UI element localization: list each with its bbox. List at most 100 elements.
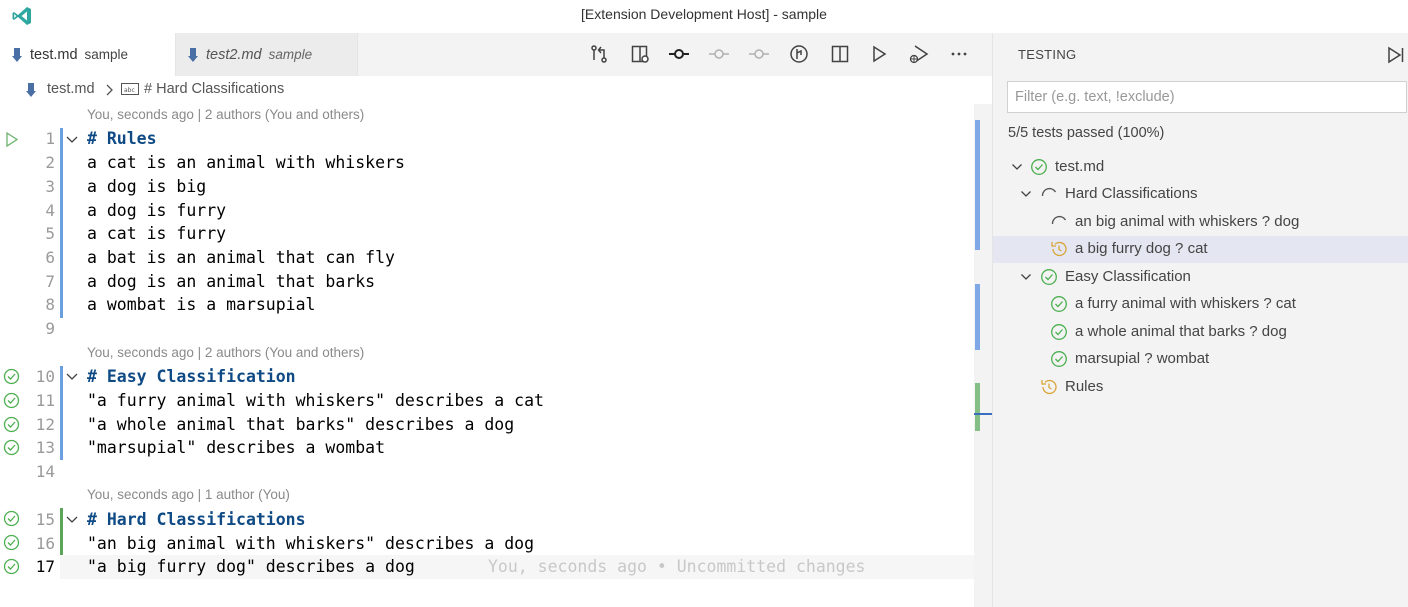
test-passed-icon bbox=[1041, 269, 1057, 285]
inline-git-blame: You, seconds ago • Uncommitted changes bbox=[488, 557, 866, 576]
line-number: 8 bbox=[45, 295, 55, 314]
symbol-string-icon: abc bbox=[121, 83, 139, 95]
breadcrumb: test.md abc # Hard Classifications bbox=[0, 78, 992, 102]
test-tree-item[interactable]: Rules bbox=[993, 374, 1408, 401]
run-test-icon[interactable] bbox=[3, 131, 20, 148]
fold-chevron-icon[interactable] bbox=[65, 370, 79, 384]
editor-overview-ruler[interactable] bbox=[974, 104, 992, 607]
test-passed-icon[interactable] bbox=[3, 416, 20, 433]
editor[interactable]: You, seconds ago | 2 authors (You and ot… bbox=[0, 104, 992, 607]
code-line[interactable]: a wombat is a marsupial bbox=[87, 295, 315, 314]
open-file-icon[interactable] bbox=[629, 43, 651, 65]
test-queued-icon bbox=[1041, 379, 1057, 395]
line-number: 10 bbox=[35, 367, 55, 386]
svg-text:abc: abc bbox=[124, 87, 135, 94]
ruler-added-marker bbox=[975, 383, 980, 431]
more-actions-icon[interactable] bbox=[948, 43, 970, 65]
codelens[interactable]: You, seconds ago | 2 authors (You and ot… bbox=[87, 107, 364, 122]
test-tree-item[interactable]: marsupial ? wombat bbox=[993, 346, 1408, 373]
test-tree-label: an big animal with whiskers ? dog bbox=[1075, 213, 1300, 230]
testing-panel: TESTING Filter (e.g. text, !exclude) 5/5… bbox=[993, 33, 1408, 607]
tab-test2-md[interactable]: test2.md sample bbox=[176, 33, 358, 76]
title-bar: [Extension Development Host] - sample bbox=[0, 0, 1408, 32]
code-line[interactable]: a cat is an animal with whiskers bbox=[87, 153, 405, 172]
line-number: 12 bbox=[35, 415, 55, 434]
git-graph-icon[interactable] bbox=[788, 43, 810, 65]
fold-chevron-icon[interactable] bbox=[65, 133, 79, 147]
tab-description: sample bbox=[268, 47, 313, 62]
test-tree-item[interactable]: a whole animal that barks ? dog bbox=[993, 319, 1408, 346]
markdown-file-icon bbox=[188, 47, 198, 62]
chevron-down-icon[interactable] bbox=[1020, 271, 1032, 283]
line-number: 5 bbox=[45, 224, 55, 243]
test-queued-icon bbox=[1051, 241, 1067, 257]
previous-change-icon[interactable] bbox=[708, 43, 730, 65]
test-passed-icon[interactable] bbox=[3, 534, 20, 551]
test-tree-item[interactable]: test.md bbox=[993, 154, 1408, 181]
chevron-down-icon[interactable] bbox=[1020, 188, 1032, 200]
split-editor-icon[interactable] bbox=[829, 43, 851, 65]
test-passed-icon bbox=[1051, 296, 1067, 312]
git-modified-bar[interactable] bbox=[60, 366, 63, 460]
line-number: 6 bbox=[45, 248, 55, 267]
code-line[interactable]: a dog is an animal that barks bbox=[87, 272, 375, 291]
ruler-modified-marker bbox=[975, 120, 980, 250]
codelens[interactable]: You, seconds ago | 1 author (You) bbox=[87, 487, 290, 502]
line-number: 14 bbox=[35, 462, 55, 481]
line-number: 9 bbox=[45, 319, 55, 338]
code-line[interactable]: # Rules bbox=[87, 129, 157, 148]
test-passed-icon bbox=[1051, 324, 1067, 340]
test-passed-icon[interactable] bbox=[3, 392, 20, 409]
breadcrumb-file[interactable]: test.md bbox=[47, 81, 95, 97]
code-line[interactable]: a dog is furry bbox=[87, 201, 226, 220]
code-line[interactable]: a dog is big bbox=[87, 177, 206, 196]
code-line[interactable]: "an big animal with whiskers" describes … bbox=[87, 534, 534, 553]
test-tree-label: a big furry dog ? cat bbox=[1075, 240, 1208, 257]
codelens[interactable]: You, seconds ago | 2 authors (You and ot… bbox=[87, 345, 364, 360]
tab-test-md[interactable]: test.md sample bbox=[0, 33, 176, 76]
code-line[interactable]: "a whole animal that barks" describes a … bbox=[87, 415, 514, 434]
editor-tab-bar: test.md sample test2.md sample bbox=[0, 33, 992, 76]
fold-chevron-icon[interactable] bbox=[65, 513, 79, 527]
code-line[interactable]: # Hard Classifications bbox=[87, 510, 306, 529]
code-line[interactable]: "marsupial" describes a wombat bbox=[87, 438, 385, 457]
test-tree-label: test.md bbox=[1055, 158, 1105, 175]
tab-description: sample bbox=[84, 47, 129, 62]
line-number: 1 bbox=[45, 129, 55, 148]
next-change-icon[interactable] bbox=[748, 43, 770, 65]
line-number-current: 17 bbox=[35, 557, 55, 576]
breadcrumb-symbol[interactable]: # Hard Classifications bbox=[144, 81, 284, 97]
code-line[interactable]: "a furry animal with whiskers" describes… bbox=[87, 391, 544, 410]
open-changes-icon[interactable] bbox=[588, 43, 610, 65]
git-modified-bar[interactable] bbox=[60, 128, 63, 318]
test-filter-input[interactable]: Filter (e.g. text, !exclude) bbox=[1007, 81, 1407, 113]
test-tree-item[interactable]: Easy Classification bbox=[993, 264, 1408, 291]
test-tree-item[interactable]: an big animal with whiskers ? dog bbox=[993, 209, 1408, 236]
code-line[interactable]: # Easy Classification bbox=[87, 367, 296, 386]
test-passed-icon[interactable] bbox=[3, 368, 20, 385]
panel-title: TESTING bbox=[1018, 47, 1077, 62]
tab-name: test2.md bbox=[206, 46, 262, 63]
test-passed-icon[interactable] bbox=[3, 510, 20, 527]
test-tree-item-selected[interactable]: a big furry dog ? cat bbox=[993, 236, 1408, 263]
test-passed-icon bbox=[1051, 351, 1067, 367]
test-tree-item[interactable]: a furry animal with whiskers ? cat bbox=[993, 291, 1408, 318]
code-line[interactable]: a bat is an animal that can fly bbox=[87, 248, 395, 267]
line-number: 4 bbox=[45, 201, 55, 220]
line-number: 7 bbox=[45, 272, 55, 291]
test-summary: 5/5 tests passed (100%) bbox=[1008, 125, 1165, 141]
test-tree-item[interactable]: Hard Classifications bbox=[993, 181, 1408, 208]
tab-name: test.md bbox=[30, 46, 78, 63]
test-passed-icon[interactable] bbox=[3, 558, 20, 575]
test-passed-icon[interactable] bbox=[3, 439, 20, 456]
test-running-icon bbox=[1051, 216, 1067, 225]
run-all-tests-icon[interactable] bbox=[1385, 45, 1405, 65]
debug-run-icon[interactable] bbox=[908, 43, 930, 65]
git-commit-icon[interactable] bbox=[668, 43, 690, 65]
test-passed-icon bbox=[1031, 159, 1047, 175]
window-title: [Extension Development Host] - sample bbox=[581, 6, 827, 22]
run-icon[interactable] bbox=[868, 43, 890, 65]
code-line[interactable]: a cat is furry bbox=[87, 224, 226, 243]
code-line[interactable]: "a big furry dog" describes a dog bbox=[87, 557, 415, 576]
chevron-down-icon[interactable] bbox=[1011, 161, 1023, 173]
